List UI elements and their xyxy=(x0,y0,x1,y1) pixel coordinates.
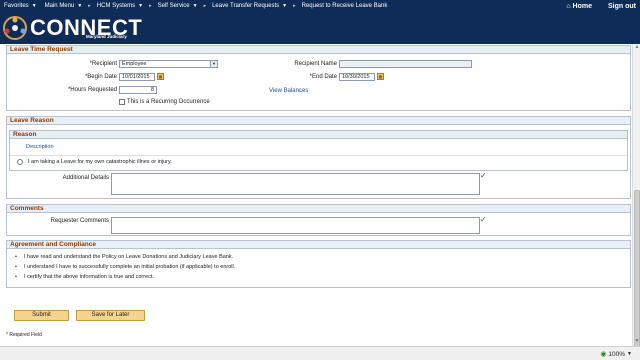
additional-details-textarea[interactable] xyxy=(111,173,480,195)
home-icon: ⌂ xyxy=(566,2,571,10)
description-column-header[interactable]: Description xyxy=(26,144,54,150)
recipient-name-field xyxy=(339,60,472,68)
agreement-item: I have read and understand the Policy on… xyxy=(15,252,235,262)
home-label: Home xyxy=(572,2,592,10)
breadcrumb-separator-icon: ▸ xyxy=(203,3,207,9)
submit-button[interactable]: Submit xyxy=(14,310,69,321)
top-right-links: ⌂ Home Sign out xyxy=(562,0,640,12)
logo-mark-icon xyxy=(3,16,27,40)
calendar-icon[interactable]: ▦ xyxy=(377,73,384,80)
dropdown-arrow-icon: ▼ xyxy=(31,3,37,9)
zoom-level: 100% xyxy=(608,350,626,358)
requester-comments-textarea[interactable] xyxy=(111,217,480,234)
dropdown-arrow-icon: ▼ xyxy=(282,3,288,9)
hours-requested-field[interactable]: 8 xyxy=(119,86,157,94)
section-title: Agreement and Compliance xyxy=(7,241,630,249)
breadcrumb-label: HCM Systems xyxy=(96,3,136,9)
calendar-icon[interactable]: ▦ xyxy=(157,73,164,80)
hours-requested-value: 8 xyxy=(150,87,154,93)
recipient-name-label: Recipient Name xyxy=(294,61,337,67)
reason-row: I am taking a Leave for my own catastrop… xyxy=(10,155,627,169)
end-date-label: *End Date xyxy=(309,74,337,80)
dropdown-arrow-icon: ▼ xyxy=(138,3,144,9)
breadcrumb-label: Leave Transfer Requests xyxy=(212,3,280,9)
vertical-scrollbar[interactable]: ▲ ▼ xyxy=(632,44,640,360)
recipient-selected-value: Employee xyxy=(122,61,147,67)
signout-label: Sign out xyxy=(608,2,636,10)
end-date-field[interactable]: 10/30/2015 xyxy=(339,73,375,81)
chevron-down-icon: ▼ xyxy=(627,351,632,357)
main-menu-label: Main Menu xyxy=(44,3,75,9)
breadcrumb-separator-icon: ▸ xyxy=(149,3,152,9)
save-for-later-button[interactable]: Save for Later xyxy=(76,310,145,321)
recipient-label: *Recipient xyxy=(89,61,117,67)
breadcrumb-label: Self Service xyxy=(157,3,190,9)
dropdown-arrow-icon: ▼ xyxy=(192,3,198,9)
breadcrumb-label: Request to Receive Leave Bank xyxy=(301,3,388,9)
breadcrumb-self-service[interactable]: Self Service ▼ xyxy=(154,0,202,12)
favorites-label: Favorites xyxy=(4,3,29,9)
requester-comments-label: Requester Comments xyxy=(50,218,109,224)
agreement-list: I have read and understand the Policy on… xyxy=(15,252,235,282)
reason-description: I am taking a Leave for my own catastrop… xyxy=(28,159,172,165)
scroll-down-icon[interactable]: ▼ xyxy=(633,338,640,346)
view-balances-link[interactable]: View Balances xyxy=(269,88,308,94)
breadcrumb-leave-transfer-requests[interactable]: Leave Transfer Requests ▼ xyxy=(208,0,291,12)
recurring-occurrence-label: This is a Recurring Occurrence xyxy=(127,99,210,105)
reason-radio[interactable] xyxy=(17,159,23,165)
browser-status-bar: ◉ 100% ▼ xyxy=(0,346,640,360)
begin-date-label: *Begin Date xyxy=(84,74,117,80)
spell-check-icon[interactable]: ✓ xyxy=(480,216,488,224)
recurring-occurrence-checkbox[interactable] xyxy=(119,99,125,105)
top-navigation: Favorites ▼ Main Menu ▼ ▸ HCM Systems ▼ ▸ S… xyxy=(0,0,640,12)
leave-time-request-section: Leave Time Request *Recipient Employee ▼… xyxy=(6,45,631,111)
scrollbar-thumb[interactable] xyxy=(634,190,640,360)
brand-subtitle: Maryland Judiciary xyxy=(86,34,127,39)
agreement-section: Agreement and Compliance I have read and… xyxy=(6,240,631,288)
breadcrumb-current-page: Request to Receive Leave Bank xyxy=(298,0,392,12)
additional-details-label: Additional Details xyxy=(62,175,109,181)
signout-link[interactable]: Sign out xyxy=(604,0,640,12)
home-link[interactable]: ⌂ Home xyxy=(562,0,596,12)
favorites-menu[interactable]: Favorites ▼ xyxy=(0,0,41,12)
hours-requested-label: *Hours Requested xyxy=(67,87,117,93)
agreement-item: I understand I have to successfully comp… xyxy=(15,262,235,272)
zoom-control[interactable]: ◉ 100% ▼ xyxy=(600,350,632,359)
chevron-down-icon: ▼ xyxy=(210,61,217,67)
leave-reason-section: Leave Reason Reason Description I am tak… xyxy=(6,116,631,199)
subsection-title: Reason xyxy=(10,131,627,139)
section-title: Comments xyxy=(7,205,630,213)
breadcrumb-separator-icon: ▸ xyxy=(88,3,91,9)
main-menu[interactable]: Main Menu ▼ xyxy=(41,0,87,12)
dropdown-arrow-icon: ▼ xyxy=(77,3,83,9)
spell-check-icon[interactable]: ✓ xyxy=(480,172,488,180)
header-banner: CONNECT Maryland Judiciary xyxy=(0,12,640,44)
begin-date-field[interactable]: 10/01/2015 xyxy=(119,73,155,81)
scroll-up-icon[interactable]: ▲ xyxy=(633,44,640,52)
recipient-select[interactable]: Employee ▼ xyxy=(119,60,218,68)
section-title: Leave Reason xyxy=(7,117,630,125)
comments-section: Comments Requester Comments ✓ xyxy=(6,204,631,236)
breadcrumb-separator-icon: ▸ xyxy=(293,3,296,9)
reason-subsection: Reason Description I am taking a Leave f… xyxy=(9,130,628,171)
globe-icon: ◉ xyxy=(600,351,607,358)
agreement-item: I certify that the above information is … xyxy=(15,272,235,282)
required-field-note: * Required Field xyxy=(6,332,42,338)
section-title: Leave Time Request xyxy=(7,46,630,54)
breadcrumb-hcm-systems[interactable]: HCM Systems ▼ xyxy=(93,0,147,12)
